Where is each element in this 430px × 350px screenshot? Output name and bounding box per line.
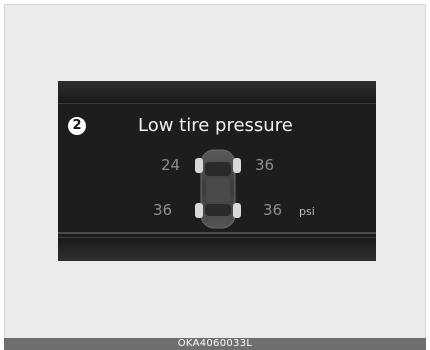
warning-title: Low tire pressure [138,115,293,136]
tire-rear-right-icon [233,203,241,218]
instrument-cluster-display: 2 Low tire pressure 24 36 36 36 psi [58,81,376,261]
tire-pressure-front-left: 24 [161,156,181,174]
display-bottom-band [58,237,376,261]
step-number-badge: 2 [68,117,86,135]
display-divider [58,232,376,234]
tire-front-left-icon [195,158,203,173]
tire-front-right-icon [233,158,241,173]
car-top-view-icon [195,149,241,229]
pressure-unit: psi [299,205,315,218]
tire-pressure-rear-right: 36 [263,201,283,219]
figure-code-caption: OKA4060033L [4,338,426,350]
tire-pressure-rear-left: 36 [153,201,173,219]
tire-pressure-front-right: 36 [255,156,275,174]
display-top-band [58,81,376,104]
tire-rear-left-icon [195,203,203,218]
